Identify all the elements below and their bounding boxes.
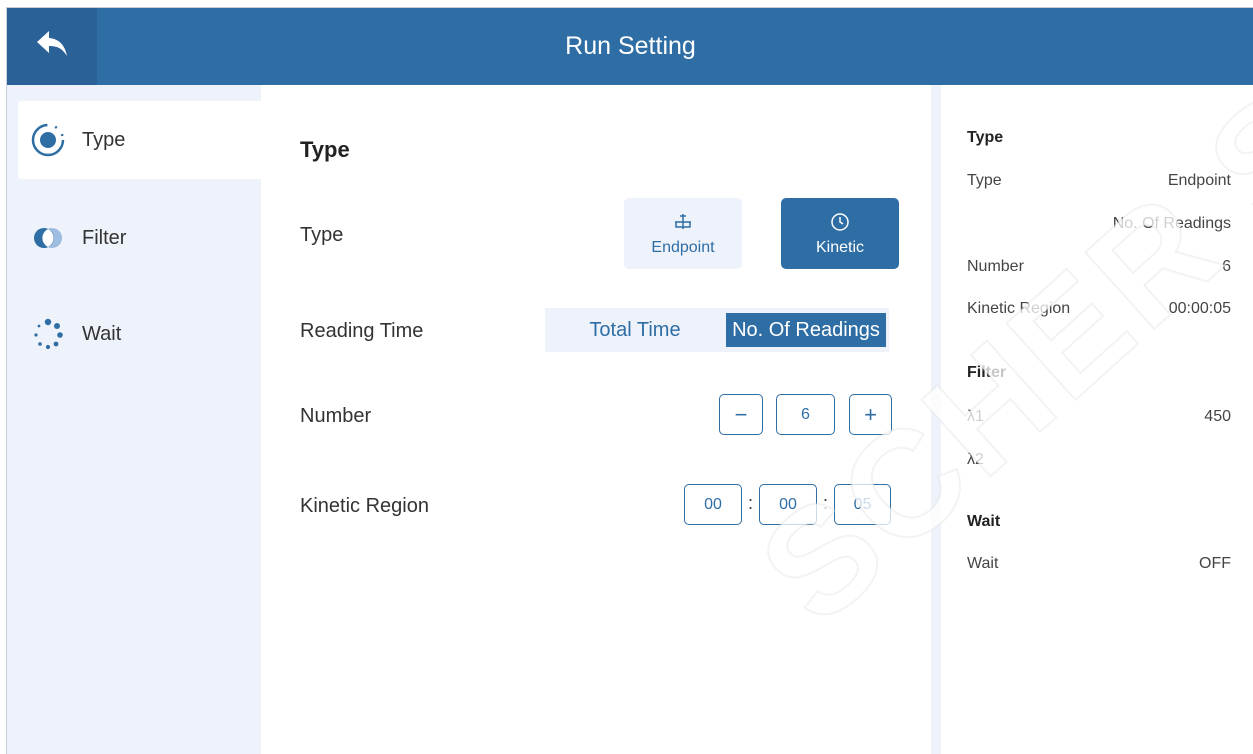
panel-divider xyxy=(931,85,941,754)
radio-target-icon xyxy=(28,120,68,160)
sidebar-item-label: Wait xyxy=(82,322,122,345)
summary-l2-label: λ2 xyxy=(967,451,984,468)
summary-readings-mode: No. Of Readings xyxy=(1112,215,1231,232)
kinetic-hours-input[interactable]: 00 xyxy=(684,484,742,525)
summary-wait-title: Wait xyxy=(967,513,1001,530)
time-separator: : xyxy=(748,493,754,513)
header-bar: Run Setting xyxy=(7,8,1253,85)
sidebar-item-label: Filter xyxy=(82,226,127,249)
type-kinetic-label: Kinetic xyxy=(815,238,865,256)
summary-number-value: 6 xyxy=(1222,258,1231,275)
sidebar-item-label: Type xyxy=(82,128,126,151)
total-time-option[interactable]: Total Time xyxy=(545,308,725,352)
kinetic-seconds-input[interactable]: 05 xyxy=(834,484,891,525)
kinetic-minutes-input[interactable]: 00 xyxy=(759,484,817,525)
time-separator: : xyxy=(823,493,829,513)
summary-number-label: Number xyxy=(967,258,1024,275)
reading-time-row-label: Reading Time xyxy=(300,320,424,342)
no-of-readings-option[interactable]: No. Of Readings xyxy=(726,313,886,347)
summary-l1-value: 450 xyxy=(1204,408,1231,425)
summary-type-label: Type xyxy=(967,172,1002,189)
summary-type-value: Endpoint xyxy=(1167,172,1231,189)
section-title: Type xyxy=(300,137,350,162)
number-decrement-button[interactable]: − xyxy=(719,394,763,435)
number-row-label: Number xyxy=(300,405,372,427)
type-kinetic-button[interactable]: Kinetic xyxy=(781,198,899,269)
summary-kinetic-label: Kinetic Region xyxy=(967,300,1071,317)
back-arrow-icon xyxy=(35,29,69,64)
kinetic-region-row-label: Kinetic Region xyxy=(300,495,429,517)
summary-type-title: Type xyxy=(967,129,1004,146)
app-window: Run Setting Type Filter Wait Type Type E… xyxy=(6,7,1253,754)
type-endpoint-label: Endpoint xyxy=(651,238,715,256)
filter-circles-icon xyxy=(28,218,68,258)
number-increment-button[interactable]: + xyxy=(849,394,892,435)
summary-wait-label: Wait xyxy=(967,555,999,572)
summary-kinetic-value: 00:00:05 xyxy=(1168,300,1231,317)
sidebar-item-wait[interactable]: Wait xyxy=(18,295,261,373)
endpoint-icon xyxy=(673,211,693,233)
number-value-input[interactable]: 6 xyxy=(776,394,835,435)
main-panel: Type Type Endpoint Kinetic Reading Time … xyxy=(261,85,931,754)
loading-dots-icon xyxy=(28,314,68,354)
reading-time-selector: Total Time No. Of Readings xyxy=(545,308,889,352)
page-title: Run Setting xyxy=(565,32,696,60)
sidebar-item-filter[interactable]: Filter xyxy=(18,199,261,277)
clock-icon xyxy=(830,211,850,233)
summary-panel: Type Type Endpoint No. Of Readings Numbe… xyxy=(941,85,1253,754)
summary-filter-title: Filter xyxy=(967,364,1007,381)
type-row-label: Type xyxy=(300,224,344,246)
summary-l1-label: λ1 xyxy=(967,408,984,425)
summary-wait-value: OFF xyxy=(1199,555,1231,572)
sidebar: Type Filter Wait xyxy=(7,85,261,754)
sidebar-item-type[interactable]: Type xyxy=(18,101,261,179)
back-button[interactable] xyxy=(7,8,97,85)
type-endpoint-button[interactable]: Endpoint xyxy=(624,198,742,269)
